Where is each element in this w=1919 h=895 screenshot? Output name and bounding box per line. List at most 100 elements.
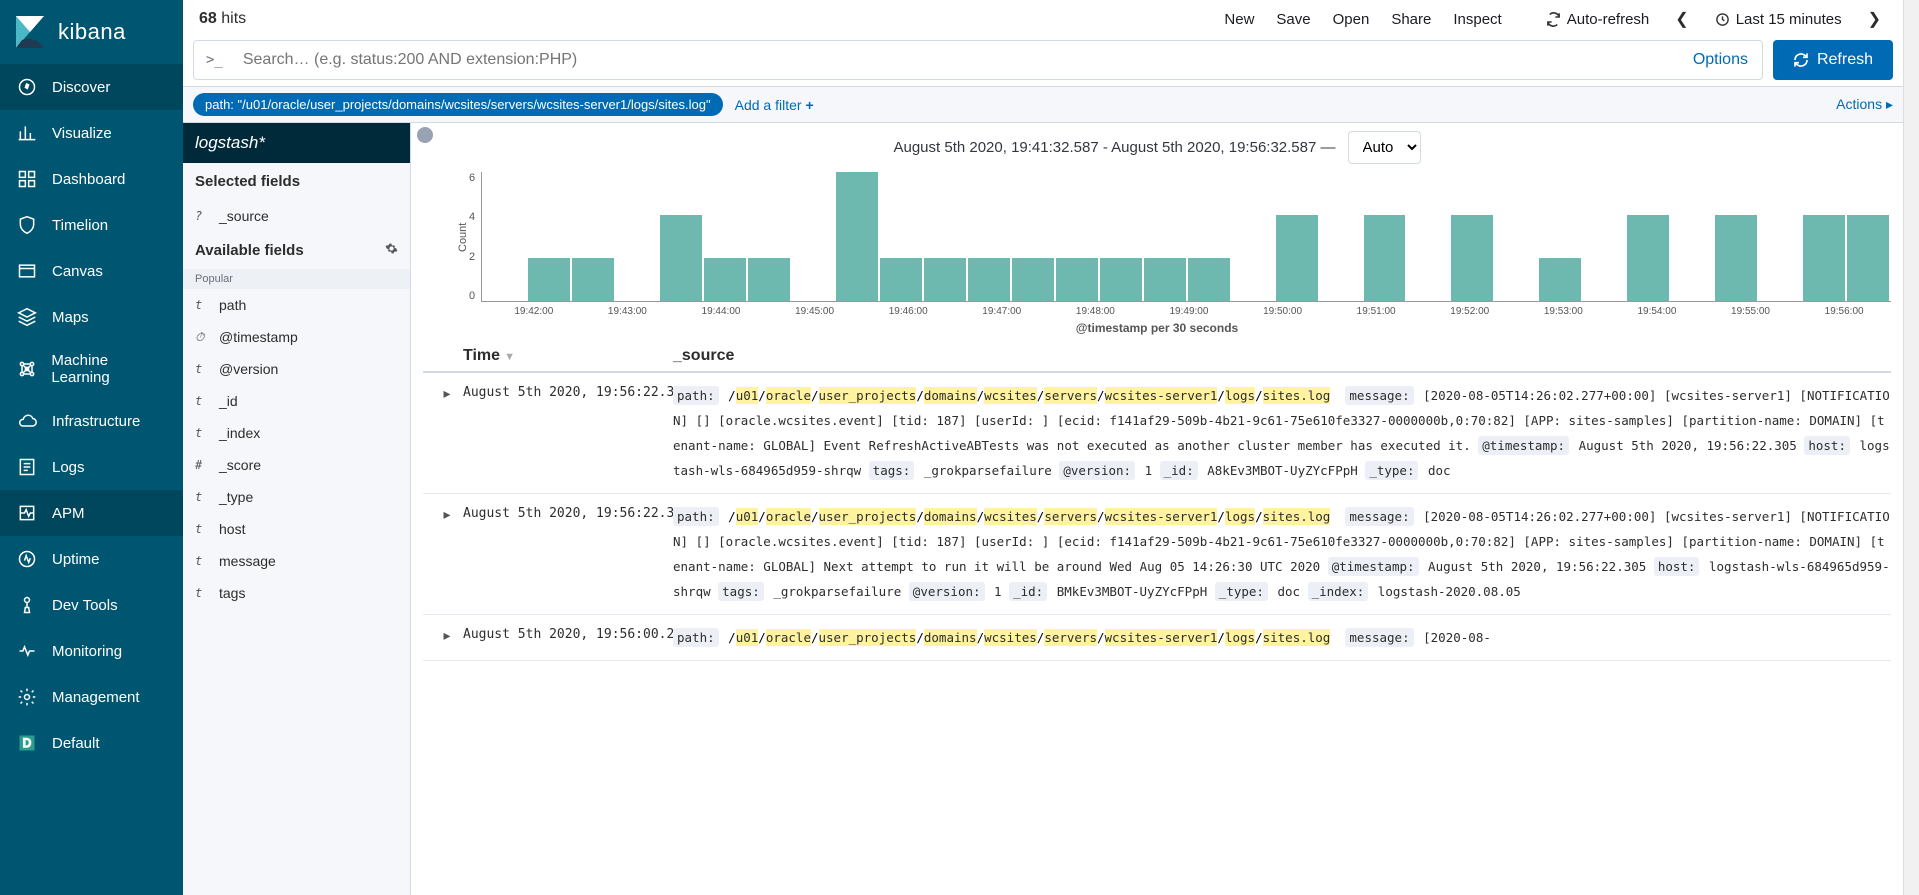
expand-row-toggle[interactable]: ▸ — [431, 383, 463, 402]
topbar: 68 hits NewSaveOpenShareInspect Auto-ref… — [183, 0, 1903, 34]
histogram-bar[interactable] — [1803, 215, 1845, 301]
square-d-icon: D — [16, 732, 38, 754]
histogram-bar[interactable] — [572, 258, 614, 301]
field-host[interactable]: thost — [183, 513, 410, 545]
time-next-button[interactable]: ❯ — [1864, 9, 1885, 29]
histogram-bar[interactable] — [1364, 215, 1406, 301]
y-axis-ticks: 6420 — [469, 172, 481, 302]
field-name: @version — [219, 361, 278, 377]
field-tags[interactable]: ttags — [183, 577, 410, 609]
histogram-bar[interactable] — [968, 258, 1010, 301]
nav-label: Default — [52, 735, 100, 752]
histogram-bar[interactable] — [1847, 215, 1889, 301]
histogram-bar[interactable] — [704, 258, 746, 301]
collapse-fields-button[interactable] — [417, 127, 433, 143]
sidebar-item-machine-learning[interactable]: Machine Learning — [0, 340, 183, 398]
histogram-bar[interactable] — [1539, 258, 1581, 301]
field-type[interactable]: t_type — [183, 481, 410, 513]
compass-icon — [16, 76, 38, 98]
nav-label: Discover — [52, 79, 110, 96]
fields-panel: logstash* Selected fields ?_source Avail… — [183, 123, 411, 895]
histogram-bar[interactable] — [1451, 215, 1493, 301]
x-axis-label: @timestamp per 30 seconds — [423, 321, 1891, 335]
auto-refresh-toggle[interactable]: Auto-refresh — [1546, 11, 1650, 28]
interval-select[interactable]: Auto — [1348, 131, 1421, 164]
chart-bars[interactable] — [481, 172, 1891, 302]
sidebar-item-infrastructure[interactable]: Infrastructure — [0, 398, 183, 444]
histogram-bar[interactable] — [1144, 258, 1186, 301]
sidebar-item-timelion[interactable]: Timelion — [0, 202, 183, 248]
docs-table-header: Time▼ _source — [423, 335, 1891, 373]
histogram-bar[interactable] — [1715, 215, 1757, 301]
field-name: message — [219, 553, 276, 569]
sidebar-item-discover[interactable]: Discover — [0, 64, 183, 110]
sidebar-item-apm[interactable]: APM — [0, 490, 183, 536]
sidebar-item-default[interactable]: D Default — [0, 720, 183, 766]
search-options-link[interactable]: Options — [1679, 41, 1762, 79]
histogram-bar[interactable] — [660, 215, 702, 301]
x-axis-ticks: 19:42:0019:43:0019:44:0019:45:0019:46:00… — [453, 306, 1891, 317]
expand-row-toggle[interactable]: ▸ — [431, 504, 463, 523]
field-message[interactable]: tmessage — [183, 545, 410, 577]
popular-fields-label: Popular — [183, 269, 410, 289]
sidebar-item-dashboard[interactable]: Dashboard — [0, 156, 183, 202]
histogram-bar[interactable] — [748, 258, 790, 301]
time-range-picker[interactable]: Last 15 minutes — [1715, 11, 1842, 28]
sidebar-item-management[interactable]: Management — [0, 674, 183, 720]
sidebar-item-logs[interactable]: Logs — [0, 444, 183, 490]
inspect-link[interactable]: Inspect — [1453, 11, 1501, 28]
field-id[interactable]: t_id — [183, 385, 410, 417]
logs-icon — [16, 456, 38, 478]
logo[interactable]: kibana — [0, 0, 183, 64]
share-link[interactable]: Share — [1391, 11, 1431, 28]
column-time-header[interactable]: Time▼ — [463, 347, 673, 365]
open-link[interactable]: Open — [1333, 11, 1370, 28]
doc-source: path: /u01/oracle/user_projects/domains/… — [673, 625, 1891, 650]
histogram-bar[interactable] — [880, 258, 922, 301]
vertical-scrollbar[interactable] — [1903, 0, 1919, 895]
filter-pill-path[interactable]: path: "/u01/oracle/user_projects/domains… — [193, 93, 723, 116]
field-path[interactable]: tpath — [183, 289, 410, 321]
expand-row-toggle[interactable]: ▸ — [431, 625, 463, 644]
available-fields-header: Available fields — [183, 232, 410, 269]
add-filter-link[interactable]: Add a filter + — [735, 97, 814, 113]
search-input[interactable] — [235, 41, 1679, 79]
sidebar-item-uptime[interactable]: Uptime — [0, 536, 183, 582]
histogram-bar[interactable] — [1056, 258, 1098, 301]
column-source-header[interactable]: _source — [673, 347, 1891, 365]
frame-icon — [16, 260, 38, 282]
index-pattern-title[interactable]: logstash* — [183, 123, 410, 163]
new-link[interactable]: New — [1224, 11, 1254, 28]
histogram-bar[interactable] — [924, 258, 966, 301]
sidebar-item-visualize[interactable]: Visualize — [0, 110, 183, 156]
time-prev-button[interactable]: ❮ — [1671, 9, 1692, 29]
filter-actions-link[interactable]: Actions ▸ — [1836, 96, 1893, 113]
refresh-button[interactable]: Refresh — [1773, 40, 1893, 80]
histogram-bar[interactable] — [1276, 215, 1318, 301]
fields-settings-icon[interactable] — [385, 242, 398, 259]
histogram-bar[interactable] — [1100, 258, 1142, 301]
histogram-bar[interactable] — [836, 172, 878, 301]
search-box: >_ Options — [193, 40, 1763, 80]
sort-desc-icon: ▼ — [504, 351, 515, 363]
nav-label: APM — [52, 505, 85, 522]
field-type-icon: t — [195, 362, 209, 376]
sidebar-item-maps[interactable]: Maps — [0, 294, 183, 340]
field-source[interactable]: ?_source — [183, 200, 410, 232]
field-timestamp[interactable]: ⏱@timestamp — [183, 321, 410, 353]
sidebar-item-dev-tools[interactable]: Dev Tools — [0, 582, 183, 628]
field-name: path — [219, 297, 246, 313]
field-version[interactable]: t @version — [183, 353, 410, 385]
gear-icon — [385, 242, 398, 255]
histogram-bar[interactable] — [1188, 258, 1230, 301]
nav-label: Management — [52, 689, 140, 706]
field-index[interactable]: t_index — [183, 417, 410, 449]
sidebar-item-canvas[interactable]: Canvas — [0, 248, 183, 294]
sidebar: kibana Discover VisualizeDashboardTimelio… — [0, 0, 183, 895]
histogram-bar[interactable] — [1627, 215, 1669, 301]
histogram-bar[interactable] — [1012, 258, 1054, 301]
field-score[interactable]: #_score — [183, 449, 410, 481]
sidebar-item-monitoring[interactable]: Monitoring — [0, 628, 183, 674]
save-link[interactable]: Save — [1276, 11, 1310, 28]
histogram-bar[interactable] — [528, 258, 570, 301]
